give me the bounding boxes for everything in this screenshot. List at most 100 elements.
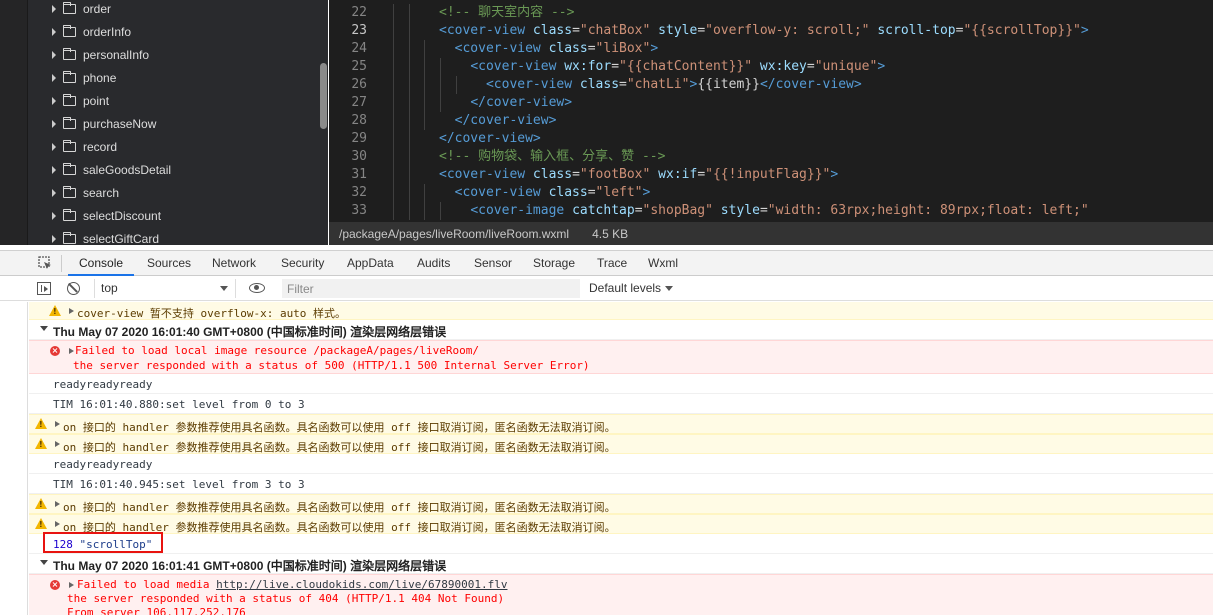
code-text: <!-- 聊天室内容 --> bbox=[439, 4, 574, 22]
log-levels-dropdown[interactable]: Default levels bbox=[589, 279, 674, 298]
tab-sources[interactable]: Sources bbox=[147, 251, 191, 276]
tab-storage[interactable]: Storage bbox=[533, 251, 575, 276]
code-line[interactable]: 32 <cover-view class="left"> bbox=[329, 184, 1213, 202]
tab-appdata[interactable]: AppData bbox=[347, 251, 394, 276]
console-group-header[interactable]: Thu May 07 2020 16:01:41 GMT+0800 (中国标准时… bbox=[29, 554, 1213, 574]
log-text: TIM 16:01:40.945:set level from 3 to 3 bbox=[53, 478, 305, 491]
tree-folder-purchaseNow[interactable]: purchaseNow bbox=[28, 112, 156, 135]
chevron-right-icon[interactable] bbox=[52, 96, 56, 105]
tree-folder-selectDiscount[interactable]: selectDiscount bbox=[28, 204, 161, 227]
live-expression-eye-icon[interactable] bbox=[249, 283, 265, 293]
expand-arrow-icon[interactable] bbox=[69, 308, 74, 314]
code-token: = bbox=[697, 167, 706, 182]
console-group-header[interactable]: Thu May 07 2020 16:01:40 GMT+0800 (中国标准时… bbox=[29, 320, 1213, 340]
tree-folder-order[interactable]: order bbox=[28, 0, 111, 20]
chevron-right-icon[interactable] bbox=[52, 142, 56, 151]
tree-folder-label: search bbox=[83, 185, 120, 200]
code-token: "left" bbox=[595, 185, 643, 200]
code-token: "{{chatContent}}" bbox=[619, 59, 753, 74]
code-line[interactable]: 29 </cover-view> bbox=[329, 130, 1213, 148]
console-warning[interactable]: on 接口的 handler 参数推荐使用具名函数。具名函数可以使用 off 接… bbox=[29, 514, 1213, 534]
tab-wxml[interactable]: Wxml bbox=[648, 251, 678, 276]
code-line[interactable]: 22 <!-- 聊天室内容 --> bbox=[329, 4, 1213, 22]
code-line[interactable]: 28 </cover-view> bbox=[329, 112, 1213, 130]
indent-guide bbox=[455, 76, 457, 94]
highlight-annotation-box bbox=[43, 532, 163, 553]
chevron-right-icon[interactable] bbox=[52, 50, 56, 59]
warning-text: on 接口的 handler 参数推荐使用具名函数。具名函数可以使用 off 接… bbox=[63, 501, 616, 514]
console-warning[interactable]: cover-view 暂不支持 overflow-x: auto 样式。 bbox=[29, 302, 1213, 320]
expand-arrow-icon[interactable] bbox=[69, 348, 74, 354]
tree-folder-point[interactable]: point bbox=[28, 89, 109, 112]
code-line[interactable]: 24 <cover-view class="liBox"> bbox=[329, 40, 1213, 58]
code-text: <cover-view class="footBox" wx:if="{{!in… bbox=[439, 166, 838, 184]
line-number: 28 bbox=[351, 113, 367, 128]
expand-arrow-icon[interactable] bbox=[69, 582, 74, 588]
chevron-right-icon[interactable] bbox=[52, 234, 56, 243]
code-line[interactable]: 26 <cover-view class="chatLi">{{item}}</c… bbox=[329, 76, 1213, 94]
code-line[interactable]: 25 <cover-view wx:for="{{chatContent}}" w… bbox=[329, 58, 1213, 76]
expand-arrow-icon[interactable] bbox=[55, 421, 60, 427]
chevron-right-icon[interactable] bbox=[52, 119, 56, 128]
code-token: class bbox=[532, 23, 573, 38]
tree-folder-selectGiftCard[interactable]: selectGiftCard bbox=[28, 227, 159, 245]
tab-network[interactable]: Network bbox=[212, 251, 256, 276]
code-token: </cover-view> bbox=[439, 131, 541, 146]
error-text-line1: Failed to load local image resource /pac… bbox=[75, 344, 479, 357]
show-sidebar-icon[interactable] bbox=[37, 282, 51, 295]
folder-icon bbox=[63, 231, 76, 244]
context-selector[interactable]: top bbox=[94, 279, 236, 298]
expand-arrow-icon[interactable] bbox=[55, 441, 60, 447]
console-gutter bbox=[0, 302, 28, 615]
clear-console-icon[interactable] bbox=[67, 282, 80, 295]
tree-folder-saleGoodsDetail[interactable]: saleGoodsDetail bbox=[28, 158, 171, 181]
filter-input[interactable] bbox=[282, 279, 580, 298]
code-token: catchtap bbox=[572, 203, 635, 218]
inspect-element-icon[interactable] bbox=[38, 256, 52, 270]
tab-audits[interactable]: Audits bbox=[417, 251, 450, 276]
code-line[interactable]: 27 </cover-view> bbox=[329, 94, 1213, 112]
code-line[interactable]: 30 <!-- 购物袋、输入框、分享、赞 --> bbox=[329, 148, 1213, 166]
console-warning[interactable]: on 接口的 handler 参数推荐使用具名函数。具名函数可以使用 off 接… bbox=[29, 414, 1213, 434]
code-token: <cover-view bbox=[454, 41, 549, 56]
group-collapse-icon[interactable] bbox=[40, 326, 48, 331]
indent-guide bbox=[408, 22, 410, 40]
indent-guide bbox=[408, 112, 410, 130]
tree-folder-personalInfo[interactable]: personalInfo bbox=[28, 43, 149, 66]
tree-folder-phone[interactable]: phone bbox=[28, 66, 116, 89]
console-error[interactable]: × Failed to load local image resource /p… bbox=[29, 340, 1213, 374]
code-editor[interactable]: 22 <!-- 聊天室内容 --> 23 <cover-view class="cha… bbox=[329, 0, 1213, 222]
code-line[interactable]: 33 <cover-image catchtap="shopBag" style=… bbox=[329, 202, 1213, 220]
console-warning[interactable]: on 接口的 handler 参数推荐使用具名函数。具名函数可以使用 off 接… bbox=[29, 434, 1213, 454]
chevron-right-icon[interactable] bbox=[52, 211, 56, 220]
console-error[interactable]: × Failed to load media http://live.cloud… bbox=[29, 574, 1213, 615]
chevron-right-icon[interactable] bbox=[52, 165, 56, 174]
error-text-line2: the server responded with a status of 50… bbox=[73, 359, 590, 372]
tree-folder-orderInfo[interactable]: orderInfo bbox=[28, 20, 131, 43]
console-warning[interactable]: on 接口的 handler 参数推荐使用具名函数。具名函数可以使用 off 接… bbox=[29, 494, 1213, 514]
code-token: > bbox=[650, 41, 659, 56]
code-token: > bbox=[830, 167, 839, 182]
tree-folder-search[interactable]: search bbox=[28, 181, 119, 204]
tab-security[interactable]: Security bbox=[281, 251, 324, 276]
group-collapse-icon[interactable] bbox=[40, 560, 48, 565]
chevron-right-icon[interactable] bbox=[52, 27, 56, 36]
media-url-link[interactable]: http://live.cloudokids.com/live/67890001… bbox=[216, 578, 507, 591]
chevron-right-icon[interactable] bbox=[52, 73, 56, 82]
expand-arrow-icon[interactable] bbox=[55, 501, 60, 507]
code-token: "footBox" bbox=[579, 167, 651, 182]
code-text: </cover-view> bbox=[439, 130, 541, 148]
chevron-right-icon[interactable] bbox=[52, 188, 56, 197]
code-token: "width: 63rpx;height: 89rpx;float: left;… bbox=[767, 203, 1089, 218]
tab-trace[interactable]: Trace bbox=[597, 251, 627, 276]
tree-folder-record[interactable]: record bbox=[28, 135, 117, 158]
file-tree-scrollbar[interactable] bbox=[320, 63, 327, 129]
tab-sensor[interactable]: Sensor bbox=[474, 251, 512, 276]
expand-arrow-icon[interactable] bbox=[55, 521, 60, 527]
tab-console[interactable]: Console bbox=[68, 251, 135, 276]
code-token: "chatBox" bbox=[579, 23, 651, 38]
code-line[interactable]: 23 <cover-view class="chatBox" style="ove… bbox=[329, 22, 1213, 40]
chevron-down-icon bbox=[665, 286, 674, 292]
chevron-right-icon[interactable] bbox=[52, 4, 56, 13]
code-line[interactable]: 31 <cover-view class="footBox" wx:if="{{!… bbox=[329, 166, 1213, 184]
